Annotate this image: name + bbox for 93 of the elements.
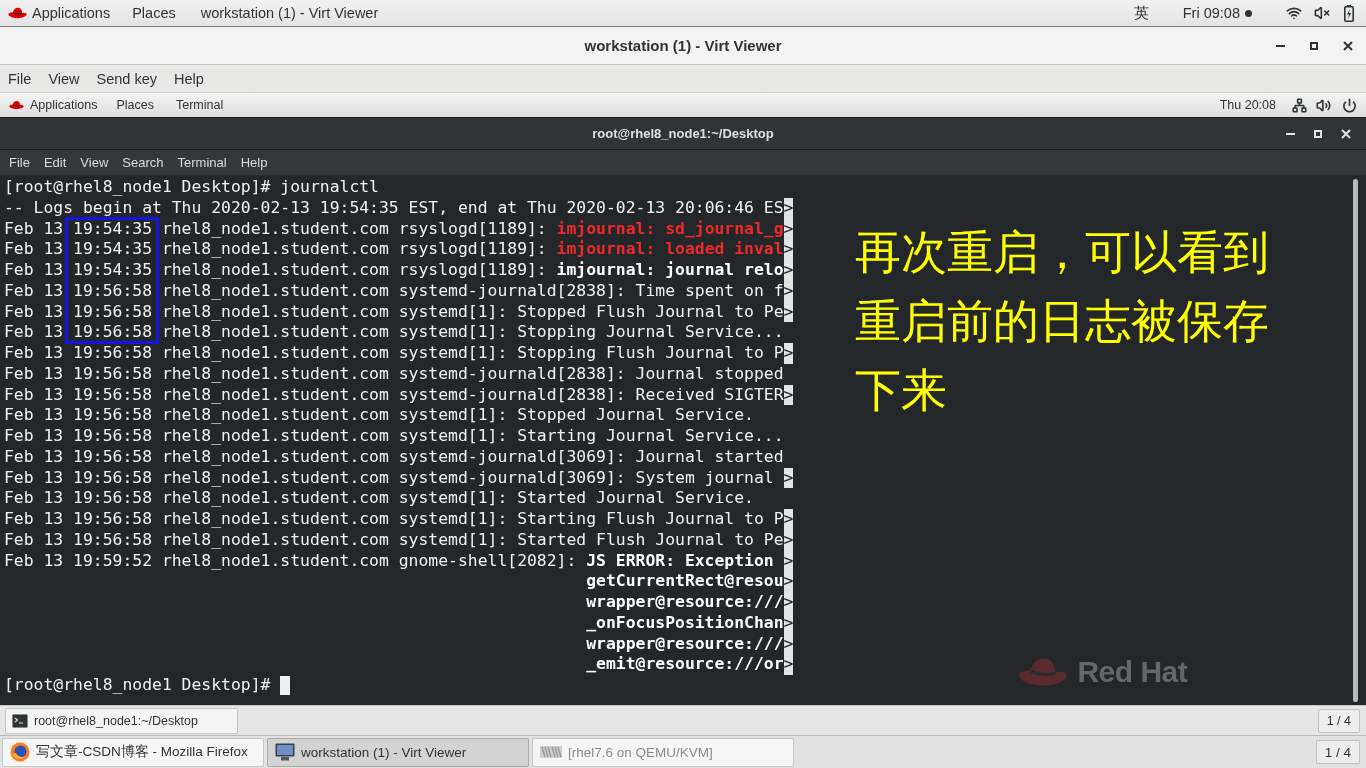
close-icon xyxy=(1341,128,1351,139)
overflow-marker: > xyxy=(783,509,794,530)
menu-item[interactable]: Send key xyxy=(96,70,157,87)
power-icon xyxy=(1342,97,1357,113)
annotation-text: 再次重启，可以看到重启前的日志被保存下来 xyxy=(855,224,1271,419)
places-menu[interactable]: Places xyxy=(132,5,176,21)
overflow-marker: > xyxy=(783,571,794,592)
taskbar-item[interactable]: workstation (1) - Virt Viewer xyxy=(267,737,529,767)
overflow-marker: > xyxy=(783,260,794,281)
taskbar-item[interactable]: 写文章-CSDN博客 - Mozilla Firefox xyxy=(2,737,264,767)
overflow-marker: > xyxy=(783,654,794,675)
menu-item[interactable]: Terminal xyxy=(177,155,227,170)
monitor-icon xyxy=(275,743,295,761)
log-line-text: -- Logs begin at Thu 2020-02-13 19:54:35 EST, end at Thu 2020-02-13 20:06:46 ES xyxy=(4,197,784,219)
log-message: imjournal: sd_journal_g xyxy=(556,218,784,240)
overflow-marker: > xyxy=(783,343,794,364)
input-method-indicator[interactable]: 英 xyxy=(1133,3,1149,23)
battery-icon xyxy=(1344,4,1354,22)
workspace-indicator[interactable]: 1 / 4 xyxy=(1317,708,1360,733)
log-message: JS ERROR: Exception xyxy=(586,550,774,572)
log-line-text: Feb 13 19:59:52 rhel8_node1.student.com gnome-shell[2082]: xyxy=(4,550,577,572)
overflow-marker: > xyxy=(783,633,794,655)
logo-text: Red Hat xyxy=(1077,655,1188,689)
striped-window-icon xyxy=(540,746,562,758)
workspace-indicator[interactable]: 1 / 4 xyxy=(1315,740,1360,764)
overflow-marker: > xyxy=(783,197,794,219)
maximize-icon xyxy=(1314,129,1322,138)
clock-text[interactable]: Thu 20:08 xyxy=(1219,98,1276,112)
menu-item[interactable]: View xyxy=(80,155,109,170)
log-message: getCurrentRect@resou xyxy=(586,571,784,592)
log-line-text: Feb 13 19:54:35 rhel8_node1.student.com rsyslogd[1189]: xyxy=(4,260,547,281)
logo-hat-icon xyxy=(1018,657,1069,687)
log-message: imjournal: journal relo xyxy=(556,260,784,281)
log-message: wrapper@resource:/// xyxy=(586,633,784,655)
overflow-marker: > xyxy=(783,280,794,302)
minimize-icon xyxy=(1275,44,1285,47)
log-message: _emit@resource:///or xyxy=(586,654,784,675)
log-line-text: Feb 13 19:56:58 rhel8_node1.student.com systemd-journald[3069]: System journal xyxy=(4,467,774,489)
clock-text[interactable]: Fri 09:08 xyxy=(1182,5,1240,21)
terminal-icon xyxy=(12,713,28,728)
prompt-text: [root@rhel8_node1 Desktop]# xyxy=(4,675,271,696)
menu-item[interactable]: Help xyxy=(174,70,204,87)
log-message: wrapper@resource:/// xyxy=(586,592,784,613)
menu-item[interactable]: File xyxy=(8,70,32,87)
overflow-marker: > xyxy=(783,592,794,613)
overflow-marker: > xyxy=(783,550,794,572)
browser-icon xyxy=(10,742,30,762)
menu-item[interactable]: File xyxy=(9,155,30,170)
log-line-text: Feb 13 19:56:58 rhel8_node1.student.com systemd[1]: Starting Journal Service... xyxy=(4,426,784,447)
volume-icon xyxy=(1316,97,1331,113)
hat-icon xyxy=(8,7,27,19)
minimize-icon xyxy=(1285,132,1295,135)
applications-menu[interactable]: Applications xyxy=(9,98,98,112)
log-line-text: Feb 13 19:56:58 rhel8_node1.student.com systemd[1]: Stopping Journal Service... xyxy=(4,322,784,343)
wifi-icon xyxy=(1286,5,1302,21)
log-line-text: Feb 13 19:56:58 rhel8_node1.student.com systemd-journald[2838]: Received SIGTER xyxy=(4,384,784,406)
overflow-marker: > xyxy=(783,218,794,240)
overflow-marker: > xyxy=(783,467,794,489)
window-title: root@rhel8_node1:~/Desktop xyxy=(592,126,774,141)
close-icon xyxy=(1343,40,1353,51)
menu-item[interactable]: Help xyxy=(240,155,268,170)
log-line-text: Feb 13 19:56:58 rhel8_node1.student.com systemd-journald[2838]: Time spent on f xyxy=(4,280,784,302)
network-icon xyxy=(1292,97,1307,113)
log-line-text: Feb 13 19:56:58 rhel8_node1.student.com systemd[1]: Stopped Flush Journal to Pe xyxy=(4,301,784,323)
overflow-marker: > xyxy=(783,239,794,260)
app-menu[interactable]: Terminal xyxy=(175,98,224,112)
app-menu[interactable]: workstation (1) - Virt Viewer xyxy=(200,5,379,21)
overflow-marker: > xyxy=(783,301,794,323)
log-line-text: Feb 13 19:54:35 rhel8_node1.student.com rsyslogd[1189]: xyxy=(4,239,547,260)
log-message: imjournal: loaded inval xyxy=(556,239,784,260)
log-line-text: Feb 13 19:56:58 rhel8_node1.student.com systemd-journald[2838]: Journal stopped xyxy=(4,363,784,385)
overflow-marker: > xyxy=(783,612,794,634)
log-line-text: Feb 13 19:54:35 rhel8_node1.student.com rsyslogd[1189]: xyxy=(4,218,547,240)
log-line-text: Feb 13 19:56:58 rhel8_node1.student.com systemd-journald[3069]: Journal started xyxy=(4,446,784,468)
maximize-icon xyxy=(1310,41,1318,50)
overflow-marker: > xyxy=(783,529,794,551)
menu-item[interactable]: Search xyxy=(122,155,164,170)
places-menu[interactable]: Places xyxy=(116,98,154,112)
scrollbar[interactable] xyxy=(1353,179,1358,702)
menu-item[interactable]: View xyxy=(48,70,80,87)
log-line-text: Feb 13 19:56:58 rhel8_node1.student.com systemd[1]: Stopped Journal Service. xyxy=(4,405,754,426)
volume-muted-icon xyxy=(1314,5,1330,21)
menu-item[interactable]: Edit xyxy=(43,155,67,170)
taskbar-item[interactable]: root@rhel8_node1:~/Desktop xyxy=(5,707,238,734)
applications-menu[interactable]: Applications xyxy=(8,5,111,21)
log-line-text: Feb 13 19:56:58 rhel8_node1.student.com systemd[1]: Started Flush Journal to Pe xyxy=(4,529,784,551)
prompt-text: [root@rhel8_node1 Desktop]# journalctl xyxy=(4,177,379,198)
log-line-text: Feb 13 19:56:58 rhel8_node1.student.com systemd[1]: Started Journal Service. xyxy=(4,488,754,509)
log-line-text: Feb 13 19:56:58 rhel8_node1.student.com systemd[1]: Stopping Flush Journal to P xyxy=(4,343,784,364)
log-message: _onFocusPositionChan xyxy=(586,612,784,634)
hat-icon xyxy=(9,100,24,110)
log-line-text: Feb 13 19:56:58 rhel8_node1.student.com systemd[1]: Starting Flush Journal to P xyxy=(4,509,784,530)
window-title: workstation (1) - Virt Viewer xyxy=(584,37,782,54)
